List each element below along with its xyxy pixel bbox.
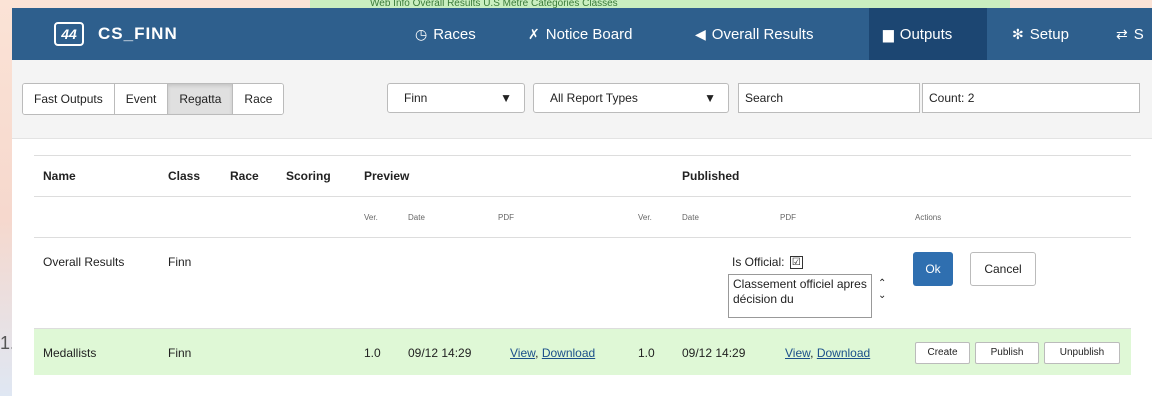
nav-overall-results[interactable]: ◀ Overall Results [687,8,821,60]
row-class: Finn [168,255,192,269]
nav-outputs-label: Outputs [899,25,953,43]
textarea-scroll-arrows[interactable]: ⌃ ⌄ [878,278,888,302]
gear-icon: ✻ [1012,25,1024,42]
nav-setup-label: Setup [1029,25,1069,43]
nav-setup[interactable]: ✻ Setup [1004,8,1077,60]
row-name: Medallists [43,346,97,360]
unpublish-button[interactable]: Unpublish [1044,342,1120,364]
sub-published-pdf: PDF [780,213,796,222]
count-display: Count: 2 [922,83,1140,113]
scope-fast-outputs[interactable]: Fast Outputs [23,84,115,114]
published-date: 09/12 14:29 [682,346,746,360]
preview-date: 09/12 14:29 [408,346,472,360]
col-name: Name [43,169,76,183]
col-scoring: Scoring [286,169,331,183]
search-input[interactable]: Search [738,83,920,113]
sub-preview-date: Date [408,213,425,222]
nav-notice-board-label: Notice Board [545,25,633,43]
sub-published-date: Date [682,213,699,222]
published-view-link[interactable]: View [785,346,810,360]
scope-event[interactable]: Event [114,84,169,114]
report-type-value: All Report Types [550,91,638,105]
nav-notice-board[interactable]: ✗ Notice Board [520,8,640,60]
exchange-icon: ⇄ [1116,25,1128,42]
scope-regatta[interactable]: Regatta [168,84,234,114]
ok-button[interactable]: Ok [913,252,953,286]
table-subheader: Ver. Date PDF Ver. Date PDF Actions [34,197,1131,238]
top-info-strip: Web Info Overall Results U.S Metre Categ… [310,0,1010,8]
sub-preview-pdf: PDF [498,213,514,222]
brand[interactable]: 44 CS_FINN [54,8,178,60]
is-official-label: Is Official: [732,255,785,269]
logo-icon: 44 [54,22,84,46]
outputs-table: Name Class Race Scoring Preview Publishe… [34,155,1131,375]
published-pdf-links: View, Download [785,346,871,360]
chevron-down-icon: ▼ [704,91,716,105]
sub-preview-ver: Ver. [364,213,378,222]
sub-actions: Actions [915,213,942,222]
col-race: Race [230,169,259,183]
preview-version: 1.0 [364,346,381,360]
cancel-button[interactable]: Cancel [970,252,1036,286]
is-official-checkbox[interactable]: ☑ [789,256,803,270]
table-row: Medallists Finn 1.0 09/12 14:29 View, Do… [34,329,1131,375]
create-button[interactable]: Create [915,342,970,364]
bullhorn-icon: ◀ [695,25,706,42]
col-published: Published [682,169,740,183]
output-scope-group: Fast Outputs Event Regatta Race [22,83,285,115]
table-header: Name Class Race Scoring Preview Publishe… [34,155,1131,197]
nav-exchange[interactable]: ⇄ S [1112,8,1148,60]
nav-outputs[interactable]: ▆ Outputs [869,8,987,60]
sub-published-ver: Ver. [638,213,652,222]
nav-exchange-label: S [1133,25,1144,43]
col-preview: Preview [364,169,410,183]
nav-races-label: Races [433,25,476,43]
table-row: Overall Results Finn Is Official: ☑ Clas… [34,238,1131,329]
chevron-down-icon: ▼ [500,91,512,105]
pin-icon: ✗ [528,25,540,42]
outputs-toolbar: Fast Outputs Event Regatta Race Finn ▼ A… [12,60,1152,139]
row-class: Finn [168,346,192,360]
top-navbar: 44 CS_FINN ◷ Races ✗ Notice Board ◀ Over… [12,8,1152,60]
nav-overall-results-label: Overall Results [711,25,814,43]
is-official-field: Is Official: ☑ [732,255,803,270]
official-note-textarea[interactable]: Classement officiel apres décision du [728,274,872,318]
nav-races[interactable]: ◷ Races [407,8,484,60]
row-name: Overall Results [43,255,125,269]
outputs-panel: Fast Outputs Event Regatta Race Finn ▼ A… [12,60,1152,396]
publish-button[interactable]: Publish [975,342,1039,364]
class-select[interactable]: Finn ▼ [387,83,525,113]
preview-pdf-links: View, Download [510,346,596,360]
published-version: 1.0 [638,346,655,360]
report-type-select[interactable]: All Report Types ▼ [533,83,729,113]
col-class: Class [168,169,201,183]
preview-view-link[interactable]: View [510,346,535,360]
scope-race[interactable]: Race [233,84,284,114]
published-download-link[interactable]: Download [817,346,870,360]
class-select-value: Finn [404,91,428,105]
brand-name: CS_FINN [98,24,178,43]
preview-download-link[interactable]: Download [542,346,595,360]
clock-icon: ◷ [415,25,428,42]
file-icon: ▆ [883,25,894,42]
